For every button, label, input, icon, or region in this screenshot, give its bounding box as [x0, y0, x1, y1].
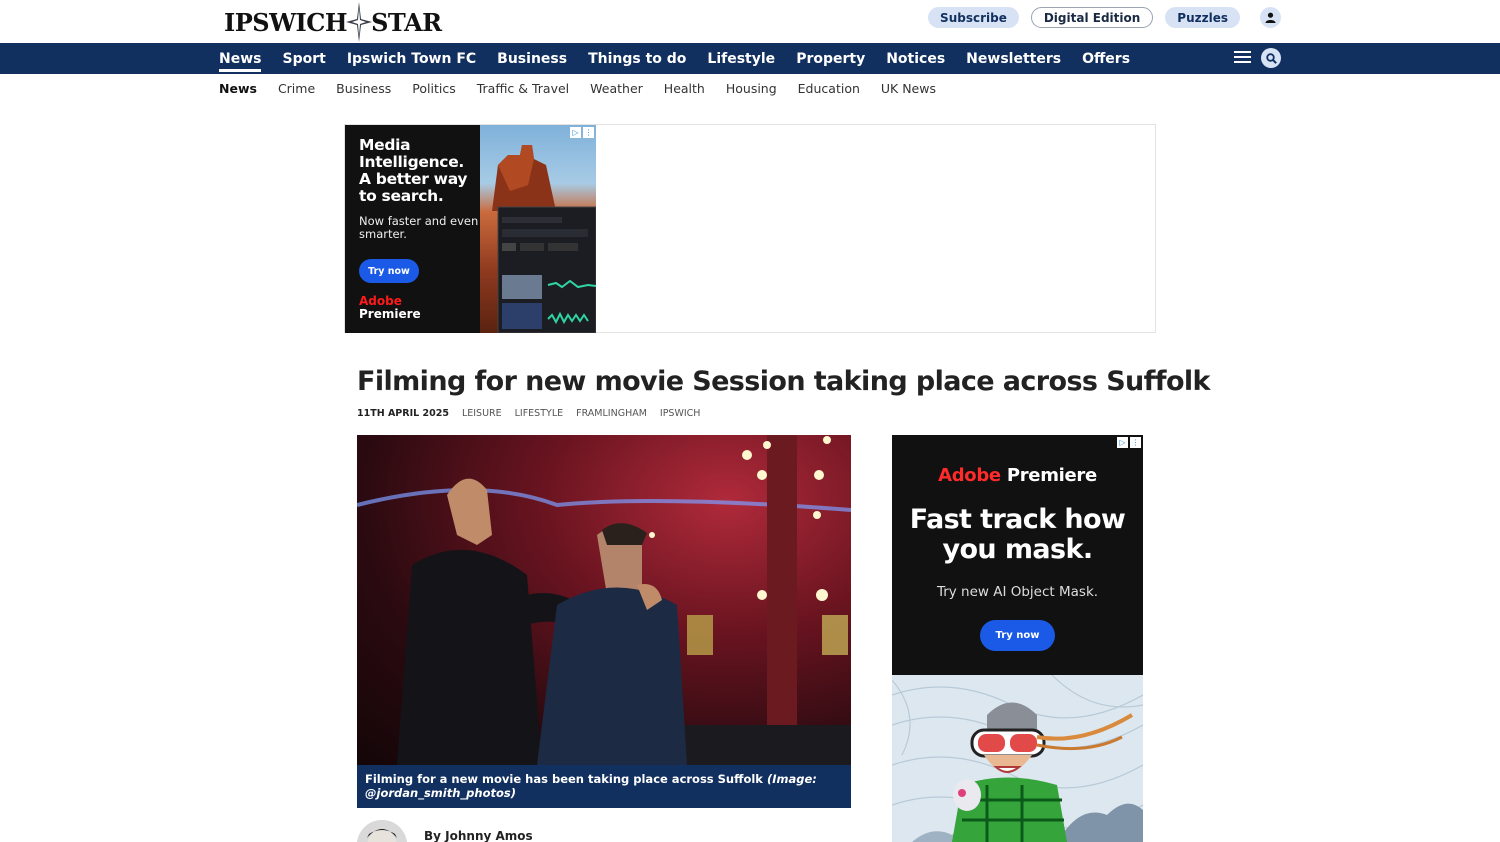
account-button[interactable]: [1260, 7, 1281, 28]
nav-item-business[interactable]: Business: [497, 43, 567, 74]
compass-star-icon: [346, 2, 373, 42]
lead-image-figure: Filming for a new movie has been taking …: [357, 435, 851, 808]
nav-item-sport[interactable]: Sport: [282, 43, 325, 74]
subnav-item-traffic-travel[interactable]: Traffic & Travel: [477, 81, 569, 96]
adchoices-icon: ▷: [570, 127, 581, 138]
site-header: IPSWICH STAR Subscribe Digital Edition P…: [0, 0, 1500, 43]
nav-item-lifestyle[interactable]: Lifestyle: [707, 43, 775, 74]
sidebar-ad-skier-image: [892, 675, 1143, 842]
nav-icons: [1234, 48, 1281, 68]
puzzles-button[interactable]: Puzzles: [1165, 7, 1240, 28]
header-actions: Subscribe Digital Edition Puzzles: [928, 7, 1281, 28]
subnav-item-health[interactable]: Health: [664, 81, 705, 96]
subnav-item-housing[interactable]: Housing: [726, 81, 777, 96]
tag-lifestyle[interactable]: LIFESTYLE: [515, 408, 564, 419]
ad-subheadline: Now faster and even smarter.: [359, 214, 479, 241]
article-meta: 11TH APRIL 2025 LEISURE LIFESTYLE FRAMLI…: [357, 408, 713, 419]
sidebar-ad-slot[interactable]: Adobe Premiere Fast track how you mask. …: [892, 435, 1143, 842]
ad-try-now-button[interactable]: Try now: [359, 259, 419, 283]
search-icon: [1265, 52, 1277, 64]
nav-item-notices[interactable]: Notices: [886, 43, 945, 74]
sidebar-ad-subheadline: Try new AI Object Mask.: [936, 584, 1099, 600]
more-options-icon: ⋮: [583, 127, 594, 138]
subnav-item-politics[interactable]: Politics: [412, 81, 455, 96]
ad-brand: Adobe Premiere: [359, 295, 421, 321]
subnav-item-weather[interactable]: Weather: [590, 81, 643, 96]
ad-copy: Media Intelligence. A better way to sear…: [359, 137, 479, 241]
nav-item-ipswich-town-fc[interactable]: Ipswich Town FC: [347, 43, 476, 74]
article-byline: By Johnny Amos: [357, 820, 533, 842]
sidebar-ad-try-now-button[interactable]: Try now: [980, 620, 1055, 651]
caption-text: Filming for a new movie has been taking …: [365, 772, 763, 786]
nav-item-property[interactable]: Property: [796, 43, 865, 74]
subscribe-button[interactable]: Subscribe: [928, 7, 1019, 28]
sidebar-ad-brand-adobe: Adobe: [938, 465, 1001, 486]
ad-brand-premiere: Premiere: [359, 307, 421, 321]
adobe-premiere-banner-ad[interactable]: Media Intelligence. A better way to sear…: [345, 125, 596, 333]
user-icon: [1265, 12, 1276, 23]
top-banner-ad-slot: Media Intelligence. A better way to sear…: [344, 124, 1156, 333]
hamburger-menu-icon: [1234, 50, 1251, 63]
nav-item-news[interactable]: News: [219, 43, 262, 74]
article-title: Filming for new movie Session taking pla…: [357, 366, 1211, 397]
tag-leisure[interactable]: LEISURE: [462, 408, 502, 419]
subnav-item-education[interactable]: Education: [798, 81, 860, 96]
nav-item-offers[interactable]: Offers: [1082, 43, 1130, 74]
sidebar-ad-headline: Fast track how you mask.: [909, 504, 1126, 565]
subnav-item-crime[interactable]: Crime: [278, 81, 315, 96]
sidebar-ad-brand: Adobe Premiere: [892, 465, 1143, 486]
tag-framlingham[interactable]: FRAMLINGHAM: [576, 408, 647, 419]
sidebar-ad-panel: Adobe Premiere Fast track how you mask. …: [892, 435, 1143, 675]
digital-edition-button[interactable]: Digital Edition: [1030, 7, 1154, 28]
lead-image-caption: Filming for a new movie has been taking …: [357, 765, 851, 808]
secondary-nav: News Crime Business Politics Traffic & T…: [219, 74, 957, 103]
primary-nav: News Sport Ipswich Town FC Business Thin…: [0, 43, 1500, 74]
tag-ipswich[interactable]: IPSWICH: [660, 408, 701, 419]
logo-text-star: STAR: [371, 7, 442, 37]
ad-headline: Media Intelligence. A better way to sear…: [359, 136, 468, 205]
author-avatar[interactable]: [357, 820, 407, 842]
subnav-item-business[interactable]: Business: [336, 81, 391, 96]
sidebar-ad-brand-premiere: Premiere: [1006, 465, 1097, 486]
nav-item-newsletters[interactable]: Newsletters: [966, 43, 1061, 74]
sidebar-more-options-icon: ⋮: [1130, 437, 1141, 448]
sidebar-ad-choices[interactable]: ▷ ⋮: [1117, 437, 1141, 448]
site-logo[interactable]: IPSWICH STAR: [224, 2, 442, 42]
subnav-item-news[interactable]: News: [219, 81, 257, 96]
nav-item-things-to-do[interactable]: Things to do: [588, 43, 686, 74]
search-button[interactable]: [1261, 48, 1281, 68]
lead-photo[interactable]: [357, 435, 851, 765]
subnav-item-uk-news[interactable]: UK News: [881, 81, 936, 96]
logo-text-ipswich: IPSWICH: [224, 7, 348, 37]
ad-choices[interactable]: ▷ ⋮: [570, 127, 594, 138]
article-date: 11TH APRIL 2025: [357, 408, 449, 419]
menu-button[interactable]: [1234, 49, 1251, 68]
ad-desert-photo: [480, 125, 596, 333]
author-name[interactable]: By Johnny Amos: [424, 829, 533, 842]
sidebar-adchoices-icon: ▷: [1117, 437, 1128, 448]
